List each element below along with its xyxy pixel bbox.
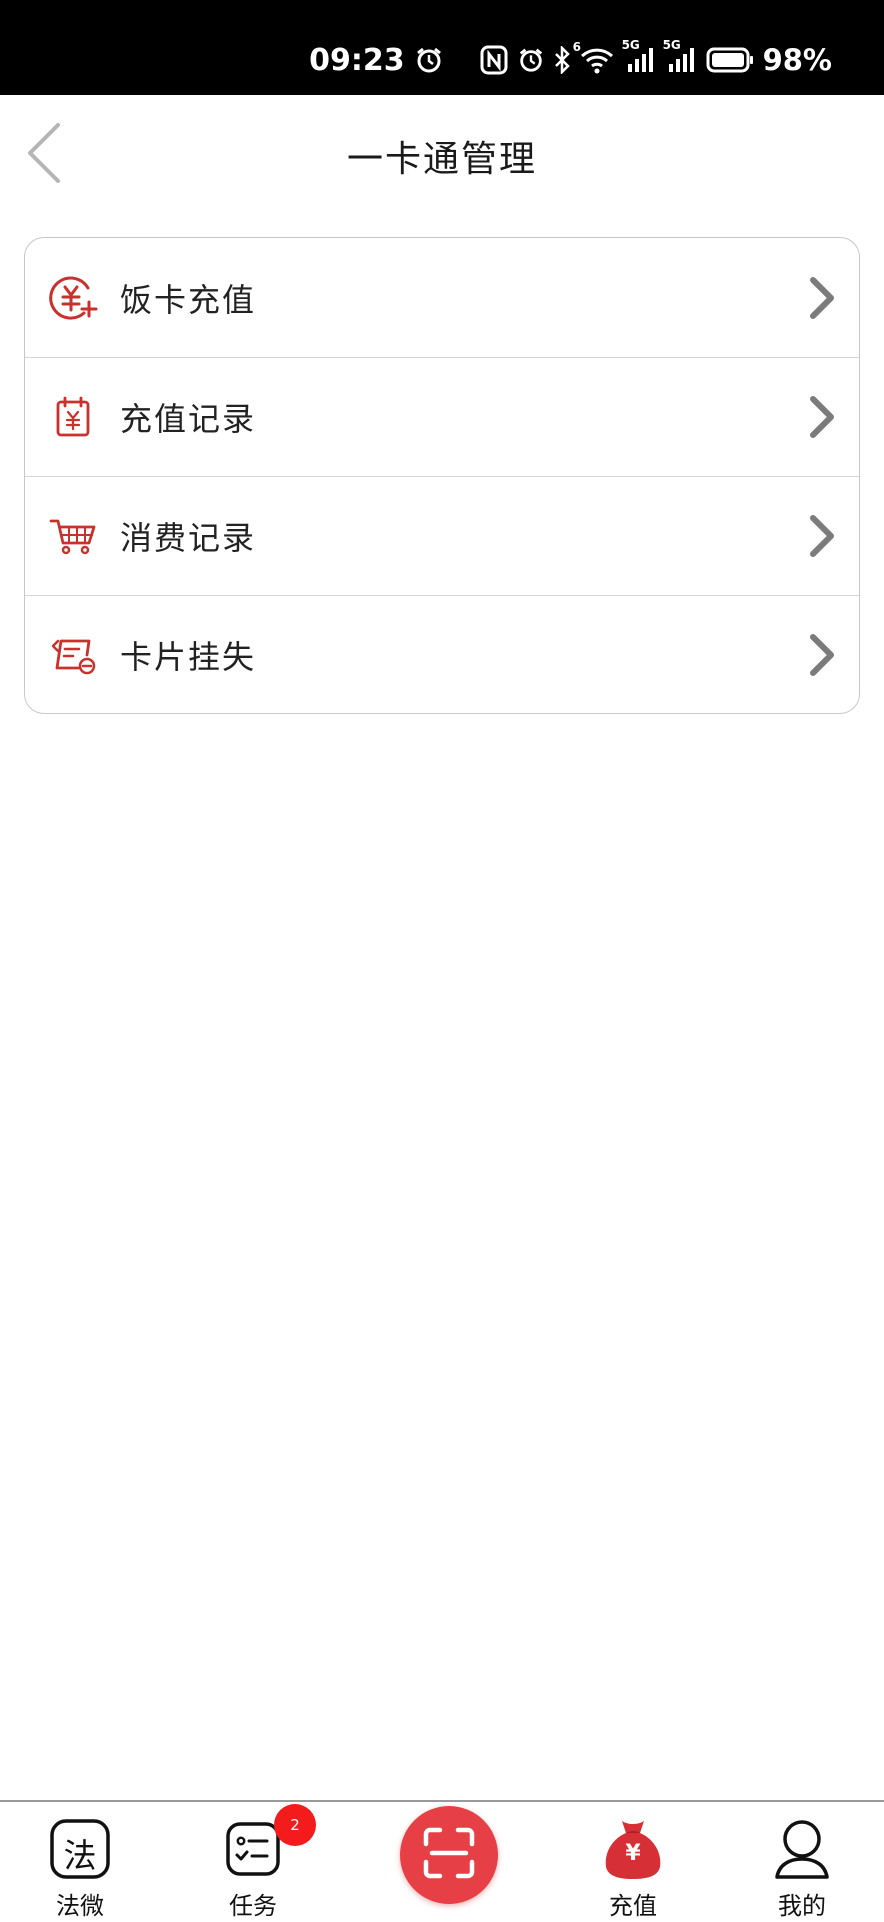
tab-label: 任务 xyxy=(229,1892,277,1920)
card-report-loss-icon xyxy=(47,629,99,681)
battery-icon xyxy=(706,47,754,73)
menu-item-consumption-records[interactable]: 消费记录 xyxy=(25,476,859,595)
menu-item-card-report-loss[interactable]: 卡片挂失 xyxy=(25,595,859,713)
tab-label: 充值 xyxy=(609,1892,657,1920)
menu-item-meal-card-recharge[interactable]: 饭卡充值 xyxy=(25,238,859,357)
fawei-icon: 法 xyxy=(47,1816,113,1882)
task-count-badge: 2 xyxy=(274,1804,316,1846)
chevron-right-icon xyxy=(807,633,837,677)
menu-item-recharge-records[interactable]: 充值记录 xyxy=(25,357,859,476)
alarm-clock-icon xyxy=(517,46,545,74)
tab-mine[interactable]: 我的 xyxy=(742,1802,862,1922)
nfc-icon xyxy=(480,45,508,75)
status-time: 09:23 xyxy=(309,42,405,78)
chevron-right-icon xyxy=(807,514,837,558)
menu-item-label: 饭卡充值 xyxy=(120,280,257,319)
scan-icon xyxy=(422,1826,476,1884)
person-icon xyxy=(769,1816,835,1882)
cellular-signal-2-icon: 5G xyxy=(663,38,697,74)
chevron-right-icon xyxy=(807,276,837,320)
yuan-plus-icon xyxy=(47,272,99,324)
network-type-label: 5G xyxy=(662,38,681,52)
calendar-yuan-icon xyxy=(47,391,99,443)
menu-item-label: 消费记录 xyxy=(120,519,257,557)
wifi-icon: 6 xyxy=(573,40,615,74)
money-bag-icon: ¥ xyxy=(600,1816,666,1882)
menu-card: 饭卡充值 充值记录 消费记录 卡片挂失 xyxy=(24,237,860,714)
fawei-glyph: 法 xyxy=(63,1836,97,1875)
bluetooth-icon xyxy=(554,46,570,74)
tab-fawei[interactable]: 法 法微 xyxy=(20,1802,140,1922)
cellular-signal-1-icon: 5G xyxy=(622,38,656,74)
page-title: 一卡通管理 xyxy=(346,139,537,180)
tab-label: 法微 xyxy=(56,1892,104,1920)
alarm-clock-icon xyxy=(414,45,444,75)
chevron-right-icon xyxy=(807,395,837,439)
menu-item-label: 充值记录 xyxy=(120,400,257,438)
menu-item-label: 卡片挂失 xyxy=(120,638,257,676)
header: 一卡通管理 xyxy=(0,95,884,215)
battery-percent: 98% xyxy=(762,43,832,77)
network-type-label: 5G xyxy=(621,38,640,52)
yuan-glyph: ¥ xyxy=(625,1841,641,1866)
shopping-cart-icon xyxy=(47,510,99,562)
status-bar: 09:23 6 5G 5G 98% xyxy=(0,0,884,95)
tab-label: 我的 xyxy=(778,1892,826,1920)
scan-button[interactable] xyxy=(400,1806,498,1904)
wifi-6-label: 6 xyxy=(572,40,581,54)
tab-recharge[interactable]: ¥ 充值 xyxy=(573,1802,693,1922)
status-icons: 09:23 6 5G 5G 98% xyxy=(309,38,832,80)
